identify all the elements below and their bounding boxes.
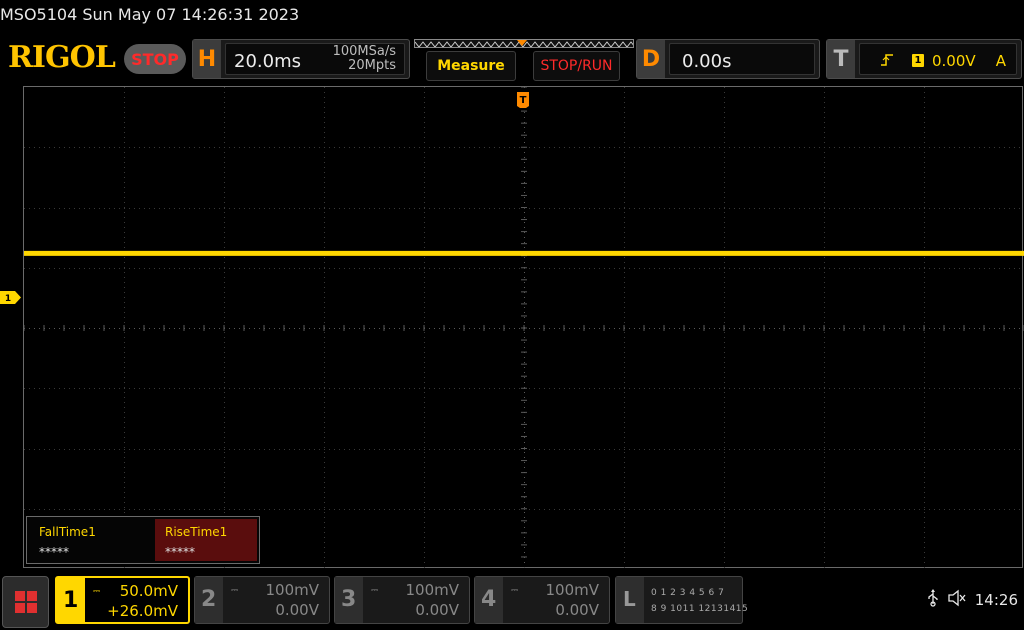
channel-offset: 0.00V (555, 601, 599, 619)
rigol-logo: RIGOL (8, 40, 116, 75)
dc-coupling-icon: ⎓ (371, 586, 379, 596)
run-state-badge[interactable]: STOP (124, 44, 186, 74)
usb-icon (927, 589, 939, 611)
trigger-tag: T (827, 40, 855, 78)
memory-depth: 20Mpts (348, 58, 396, 73)
channel-1-panel[interactable]: 1 ⎓ 50.0mV +26.0mV (55, 576, 190, 624)
measurement-value: ***** (39, 545, 69, 559)
svg-text:1: 1 (5, 294, 11, 304)
delay-readout: 0.00s (669, 43, 815, 75)
title-line: MSO5104 Sun May 07 14:26:31 2023 (0, 5, 300, 24)
timebase-value: 20.0ms (234, 51, 301, 72)
measure-button[interactable]: Measure (426, 51, 516, 81)
speaker-muted-icon[interactable] (947, 589, 967, 611)
measurement-results[interactable]: FallTime1 ***** RiseTime1 ***** (26, 516, 260, 564)
delay-value: 0.00s (682, 51, 732, 72)
trigger-source: 1 (912, 54, 924, 67)
dc-coupling-icon: ⎓ (231, 586, 239, 596)
ch1-offset-marker[interactable]: 1 (0, 289, 22, 304)
main-menu-button[interactable] (2, 576, 49, 628)
dc-coupling-icon: ⎓ (93, 587, 101, 597)
horizontal-tag: H (193, 40, 221, 78)
channel-number: 1 (63, 588, 79, 613)
channel-scale: 100mV (405, 581, 459, 599)
logic-analyzer-panel[interactable]: L 0 1 2 3 4 5 6 7 8 9 1011 12131415 (615, 576, 748, 624)
channel-scale: 100mV (265, 581, 319, 599)
measurement-label: RiseTime1 (165, 525, 228, 539)
graticule (24, 87, 1024, 569)
svg-text:T: T (520, 95, 527, 106)
grid-menu-icon (14, 591, 37, 613)
channel-offset: +26.0mV (107, 602, 178, 620)
channel-4-panel[interactable]: 4 ⎓ 100mV 0.00V (474, 576, 610, 624)
stop-run-button[interactable]: STOP/RUN (533, 51, 620, 81)
sample-info: 100MSa/s 20Mpts (333, 45, 396, 73)
horizontal-panel[interactable]: H 20.0ms 100MSa/s 20Mpts (192, 39, 410, 79)
channel-offset: 0.00V (275, 601, 319, 619)
measurement-risetime[interactable]: RiseTime1 ***** (155, 519, 257, 561)
trigger-mode: A (995, 52, 1006, 70)
waveform-display[interactable] (23, 86, 1024, 569)
measurement-falltime[interactable]: FallTime1 ***** (29, 519, 155, 561)
measurement-value: ***** (165, 545, 195, 559)
channel-3-panel[interactable]: 3 ⎓ 100mV 0.00V (334, 576, 470, 624)
rising-edge-icon (880, 53, 894, 71)
trigger-readout: 1 0.00V A (859, 43, 1017, 75)
delay-panel[interactable]: D 0.00s (636, 39, 820, 79)
channel-number: 3 (341, 587, 357, 612)
channel-scale: 50.0mV (119, 582, 178, 600)
logic-channels-row-1: 0 1 2 3 4 5 6 7 (651, 588, 725, 598)
trigger-panel[interactable]: T 1 0.00V A (826, 39, 1022, 79)
channel-number: 2 (201, 587, 217, 612)
channel-number: 4 (481, 587, 497, 612)
channel-2-panel[interactable]: 2 ⎓ 100mV 0.00V (194, 576, 330, 624)
delay-tag: D (637, 40, 665, 78)
measurement-label: FallTime1 (39, 525, 96, 539)
trigger-position-marker[interactable]: T (516, 86, 530, 110)
horizontal-readout: 20.0ms 100MSa/s 20Mpts (225, 43, 405, 75)
clock-time: 14:26 (974, 591, 1018, 609)
logic-channels-row-2: 8 9 1011 12131415 (651, 604, 749, 614)
ch1-trace (24, 250, 1024, 256)
status-area: 14:26 (927, 589, 1018, 611)
channel-scale: 100mV (545, 581, 599, 599)
channel-offset: 0.00V (415, 601, 459, 619)
trigger-level: 0.00V (932, 52, 976, 70)
logic-tag: L (623, 587, 636, 611)
sample-rate: 100MSa/s (332, 44, 396, 59)
overview-trigger-marker (517, 40, 527, 46)
dc-coupling-icon: ⎓ (511, 586, 519, 596)
